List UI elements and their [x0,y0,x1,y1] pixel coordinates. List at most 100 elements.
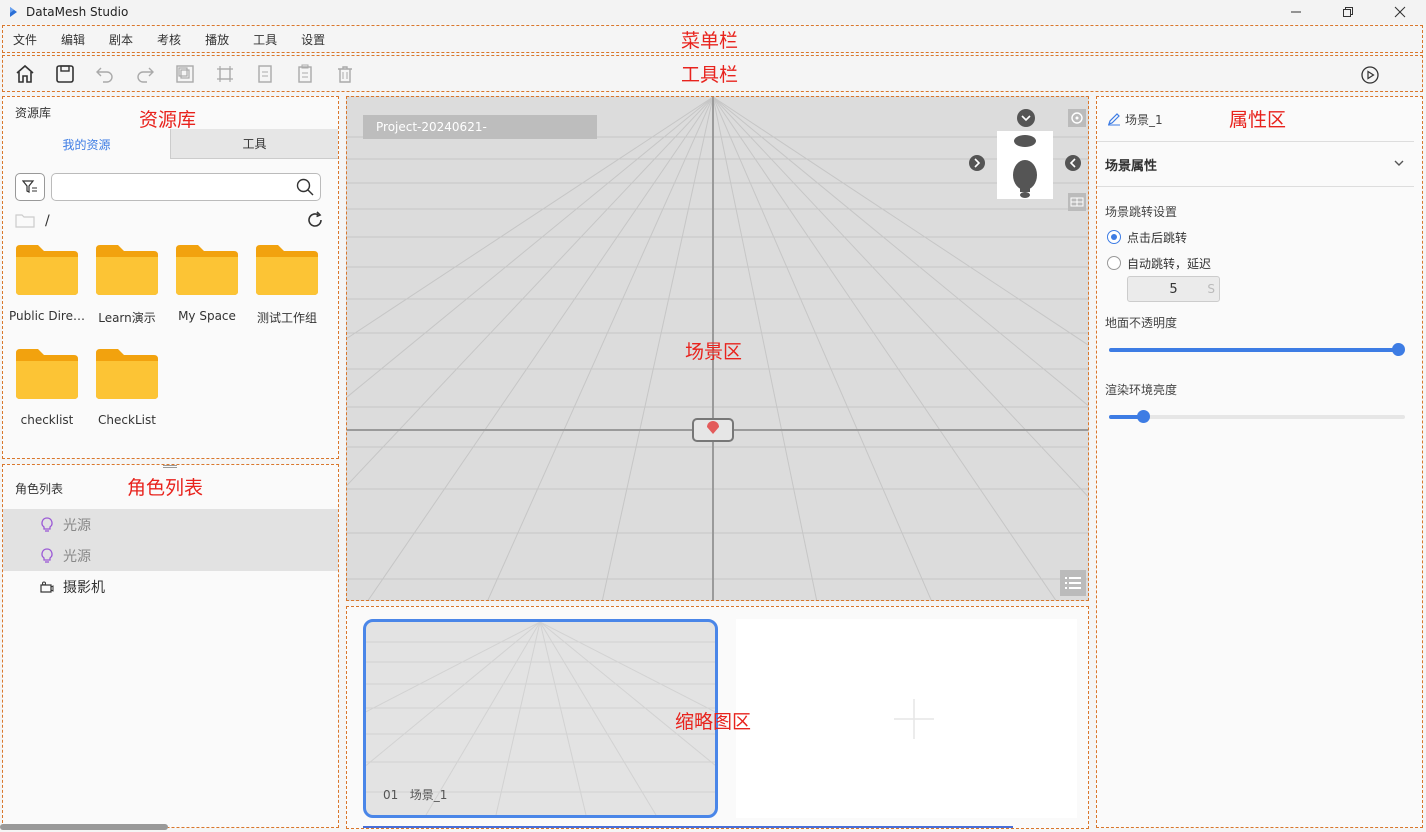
list-icon [1065,577,1081,589]
menu-edit[interactable]: 编辑 [61,31,85,48]
search-input[interactable] [52,174,282,200]
edit-pencil-icon[interactable] [1107,112,1121,126]
folder-item[interactable]: 测试工作组 [247,245,327,349]
delay-input[interactable]: 5 S [1127,276,1220,302]
list-button[interactable] [1060,570,1086,596]
delete-button[interactable] [333,62,357,86]
props-annotation: 属性区 [1229,109,1287,131]
roles-annotation: 角色列表 [127,477,204,499]
copy-button[interactable] [173,62,197,86]
minimize-button[interactable] [1270,0,1322,24]
folder-label: checklist [20,413,74,427]
toolbar: 工具栏 [2,55,1423,92]
play-circle-icon [1361,66,1379,84]
menu-tools[interactable]: 工具 [253,31,277,48]
bulb-icon [39,547,55,564]
menu-file[interactable]: 文件 [13,31,37,48]
project-tag: Project-20240621- [363,115,597,139]
radio-auto-jump[interactable]: 自动跳转，延迟 [1097,250,1422,276]
resize-grip[interactable] [163,465,177,468]
plus-icon [894,699,934,739]
menu-play[interactable]: 播放 [205,31,229,48]
folder-item[interactable]: My Space [167,245,247,349]
tab-my-resources[interactable]: 我的资源 [3,129,170,159]
radio-click-jump-indicator[interactable] [1107,230,1121,244]
env-brightness-slider[interactable] [1109,410,1405,424]
folder-path-icon [15,212,35,231]
close-button[interactable] [1374,0,1426,24]
restore-button[interactable] [1322,0,1374,24]
chevron-right-icon [974,158,981,168]
radio-auto-jump-label: 自动跳转，延迟 [1127,256,1212,271]
app-logo-icon [8,6,20,18]
folder-icon [96,349,158,399]
role-label: 光源 [63,517,91,534]
frame-icon [217,65,233,82]
search-icon[interactable] [296,178,314,199]
ground-opacity-label: 地面不透明度 [1105,316,1178,330]
radio-auto-jump-indicator[interactable] [1107,256,1121,270]
menu-settings[interactable]: 设置 [301,31,325,48]
view-cube[interactable] [997,131,1053,199]
slider-knob[interactable] [1137,410,1150,423]
horizontal-scrollbar[interactable] [0,824,168,830]
resources-annotation: 资源库 [139,109,197,131]
slider-knob[interactable] [1392,343,1405,356]
thumbnail-panel: 01 场景_1 缩略图区 [346,606,1089,829]
view-reset-button[interactable] [1068,109,1086,127]
role-item-light-2[interactable]: 光源 [3,540,338,571]
preview-play-button[interactable] [1358,63,1382,87]
scene-annotation: 场景区 [685,341,743,363]
minimize-icon [1291,11,1301,13]
save-button[interactable] [53,62,77,86]
document-icon [258,64,272,83]
scene-thumbnail[interactable]: 01 场景_1 [363,619,718,818]
search-box [51,173,321,201]
splitter-handle[interactable] [338,465,339,475]
menu-bar: 文件 编辑 剧本 考核 播放 工具 设置 菜单栏 [2,25,1423,53]
checklist-button[interactable] [293,62,317,86]
slider-fill [1109,348,1399,352]
ground-opacity-slider[interactable] [1109,343,1405,357]
folder-item[interactable]: Learn演示 [87,245,167,349]
grid-toggle-button[interactable] [1068,193,1086,211]
folder-label: My Space [178,309,236,323]
thumbs-annotation: 缩略图区 [675,711,752,733]
undo-button[interactable] [93,62,117,86]
gizmo-left-button[interactable] [1065,155,1081,171]
folder-label: CheckList [98,413,156,427]
menu-exam[interactable]: 考核 [157,31,181,48]
folder-item[interactable]: checklist [7,349,87,453]
role-item-light-1[interactable]: 光源 [3,509,338,540]
document-button[interactable] [253,62,277,86]
target-icon [1071,112,1083,124]
menu-script[interactable]: 剧本 [109,31,133,48]
toolbar-annotation: 工具栏 [681,64,739,86]
undo-icon [96,67,113,83]
tab-tools[interactable]: 工具 [170,129,338,159]
refresh-icon[interactable] [306,211,324,232]
scene-viewport[interactable]: Project-20240621- 场景区 [346,96,1089,601]
filter-button[interactable] [15,173,45,201]
camera-icon [39,579,55,595]
gizmo-down-button[interactable] [1017,109,1035,127]
scene-name[interactable]: 场景_1 [1125,111,1163,128]
filter-icon [22,180,37,193]
folder-item[interactable]: Public Dire… [7,245,87,349]
folder-item[interactable]: CheckList [87,349,167,453]
gizmo-right-button[interactable] [969,155,985,171]
checklist-icon [298,64,312,83]
radio-click-jump[interactable]: 点击后跳转 [1097,224,1422,250]
bulb-icon [39,516,55,533]
thumbnail-scrollbar[interactable] [363,826,1013,828]
home-button[interactable] [13,62,37,86]
redo-button[interactable] [133,62,157,86]
chevron-down-icon[interactable] [1392,156,1406,174]
frame-button[interactable] [213,62,237,86]
head-model-icon [1013,135,1037,198]
save-icon [56,64,74,83]
role-item-camera[interactable]: 摄影机 [3,571,338,602]
add-scene-button[interactable] [736,619,1077,818]
scene-properties-section[interactable]: 场景属性 [1097,141,1414,187]
folder-icon [16,245,78,295]
